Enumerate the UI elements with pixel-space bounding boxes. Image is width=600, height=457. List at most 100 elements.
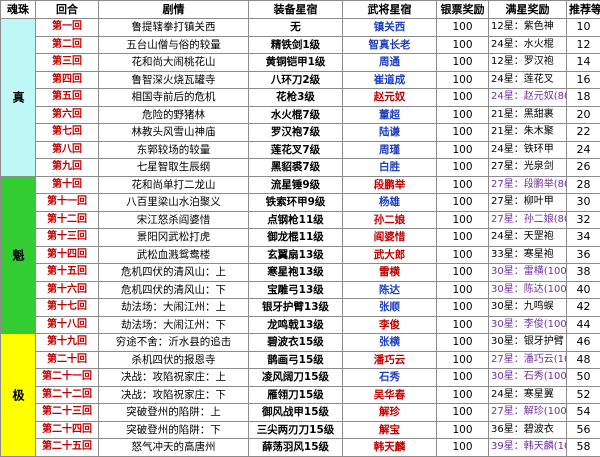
full-star-reward-cell: 27星：光泉剑 (489, 159, 567, 177)
table-row[interactable]: 第十五回危机四伏的清风山：上寒星袍13级雷横10030星：雷横(100)38 (1, 264, 600, 282)
equip-star-cell: 花枪3级 (249, 89, 343, 107)
plot-cell: 相国寺前后的危机 (99, 89, 249, 107)
table-row[interactable]: 第五回相国寺前后的危机花枪3级赵元奴10024星：赵元奴(80)18 (1, 89, 600, 107)
silver-reward-cell: 100 (437, 141, 489, 159)
header-equip-star: 装备星宿 (249, 1, 343, 19)
equip-star-cell: 流星锤9级 (249, 176, 343, 194)
general-star-cell: 周通 (343, 54, 437, 72)
plot-cell: 花和尚大闹桃花山 (99, 54, 249, 72)
recommended-level-cell: 46 (567, 334, 600, 352)
plot-cell: 突破登州的陷阱：下 (99, 421, 249, 439)
general-star-cell: 杨雄 (343, 194, 437, 212)
silver-reward-cell: 100 (437, 159, 489, 177)
table-row[interactable]: 第九回七星智取生辰纲黑貂裘7级白胜10027星：光泉剑26 (1, 159, 600, 177)
plot-cell: 突破登州的陷阱：上 (99, 404, 249, 422)
equip-star-cell: 寒星袍13级 (249, 264, 343, 282)
silver-reward-cell: 100 (437, 211, 489, 229)
chapter-cell: 第二十三回 (36, 404, 99, 422)
table-row[interactable]: 第七回林教头风雪山神庙罗汉袍7级陆谦10021星：朱木聚22 (1, 124, 600, 142)
equip-star-cell: 碧波衣15级 (249, 334, 343, 352)
recommended-level-cell: 28 (567, 176, 600, 194)
table-row[interactable]: 第三回花和尚大闹桃花山黄铜铠甲1级周通10012星：罗汉袍14 (1, 54, 600, 72)
recommended-level-cell: 48 (567, 351, 600, 369)
table-row[interactable]: 第十七回劫法场：大闹江州：上银牙护臂13级张顺10030星：九鸣蜈42 (1, 299, 600, 317)
chapter-cell: 第十一回 (36, 194, 99, 212)
equip-star-cell: 银牙护臂13级 (249, 299, 343, 317)
chapter-cell: 第十七回 (36, 299, 99, 317)
chapter-cell: 第十四回 (36, 246, 99, 264)
chapter-cell: 第十六回 (36, 281, 99, 299)
table-row[interactable]: 第二十一回决战：攻陷祝家庄：上凌风阔刀15级石秀10030星：石秀(100)50 (1, 369, 600, 387)
table-row[interactable]: 第二回五台山僧与俗的较量精铁剑1级智真长老10024星：水火棍12 (1, 36, 600, 54)
general-star-cell: 陆谦 (343, 124, 437, 142)
recommended-level-cell: 18 (567, 89, 600, 107)
general-star-cell: 张顺 (343, 299, 437, 317)
full-star-reward-cell: 12星：紫色神 (489, 19, 567, 37)
table-row[interactable]: 第十一回八百里梁山水泊聚义铁索环甲9级杨雄10027星：柳叶甲30 (1, 194, 600, 212)
chapter-cell: 第十八回 (36, 316, 99, 334)
plot-cell: 七星智取生辰纲 (99, 159, 249, 177)
general-star-cell: 武大郎 (343, 246, 437, 264)
chapter-cell: 第九回 (36, 159, 99, 177)
equip-star-cell: 精铁剑1级 (249, 36, 343, 54)
equip-star-cell: 铁索环甲9级 (249, 194, 343, 212)
full-star-reward-cell: 24星：水火棍 (489, 36, 567, 54)
general-star-cell: 白胜 (343, 159, 437, 177)
full-star-reward-cell: 27星：潘巧云(100) (489, 351, 567, 369)
plot-cell: 林教头风雪山神庙 (99, 124, 249, 142)
table-row[interactable]: 第二十回杀机四伏的报恩寺鹊画弓15级潘巧云10027星：潘巧云(100)48 (1, 351, 600, 369)
silver-reward-cell: 100 (437, 36, 489, 54)
chapter-cell: 第一回 (36, 19, 99, 37)
equip-star-cell: 三尖两刃刀15级 (249, 421, 343, 439)
plot-cell: 鲁智深火烧瓦罐寺 (99, 71, 249, 89)
table-row[interactable]: 第十八回劫法场：大闹江州：下龙鸣戟13级李俊10030星：李俊(100)44 (1, 316, 600, 334)
table-row[interactable]: 第四回鲁智深火烧瓦罐寺八环刀2级崔道成10024星：莲花叉16 (1, 71, 600, 89)
recommended-level-cell: 10 (567, 19, 600, 37)
table-row[interactable]: 第十四回武松血溅鸳鸯楼玄翼扇13级武大郎10033星：寒星袍36 (1, 246, 600, 264)
recommended-level-cell: 26 (567, 159, 600, 177)
table-row[interactable]: 第十二回宋江怒杀阎婆惜点钢枪11级孙二娘10027星：孙二娘(80)32 (1, 211, 600, 229)
table-row[interactable]: 第二十三回突破登州的陷阱：上御风战甲15级解珍10027星：解珍(100)54 (1, 404, 600, 422)
silver-reward-cell: 100 (437, 176, 489, 194)
bead-cell: 真 (1, 19, 36, 177)
equip-star-cell: 无 (249, 19, 343, 37)
chapter-cell: 第二回 (36, 36, 99, 54)
plot-cell: 决战：攻陷祝家庄：上 (99, 369, 249, 387)
recommended-level-cell: 50 (567, 369, 600, 387)
silver-reward-cell: 100 (437, 351, 489, 369)
plot-cell: 穷途不舍：沂水县的追击 (99, 334, 249, 352)
mission-rows: 真第一回鲁提辖拳打镇关西无镇关西10012星：紫色神10第二回五台山僧与俗的较量… (1, 19, 600, 457)
header-recommended-level: 推荐等级 (567, 1, 600, 19)
full-star-reward-cell: 30星：陈达(100) (489, 281, 567, 299)
recommended-level-cell: 52 (567, 386, 600, 404)
table-row[interactable]: 魁第十回花和尚单打二龙山流星锤9级段鹏举10027星：段鹏举(80)28 (1, 176, 600, 194)
equip-star-cell: 玄翼扇13级 (249, 246, 343, 264)
table-row[interactable]: 第十六回危机四伏的清风山：下宝雕弓13级陈达10030星：陈达(100)40 (1, 281, 600, 299)
table-row[interactable]: 第二十二回决战：攻陷祝家庄：下雁翎刀15级吴华春10024星：寒星翼52 (1, 386, 600, 404)
recommended-level-cell: 30 (567, 194, 600, 212)
equip-star-cell: 黄铜铠甲1级 (249, 54, 343, 72)
general-star-cell: 张横 (343, 334, 437, 352)
silver-reward-cell: 100 (437, 421, 489, 439)
plot-cell: 五台山僧与俗的较量 (99, 36, 249, 54)
equip-star-cell: 罗汉袍7级 (249, 124, 343, 142)
table-row[interactable]: 极第十九回穷途不舍：沂水县的追击碧波衣15级张横10030星：银牙护臂46 (1, 334, 600, 352)
recommended-level-cell: 56 (567, 421, 600, 439)
mission-table-sheet: 魂珠 回合 剧情 装备星宿 武将星宿 银票奖励 满星奖励 推荐等级 真第一回鲁提… (0, 0, 600, 447)
chapter-cell: 第十九回 (36, 334, 99, 352)
bead-cell: 极 (1, 334, 36, 457)
table-row[interactable]: 真第一回鲁提辖拳打镇关西无镇关西10012星：紫色神10 (1, 19, 600, 37)
table-row[interactable]: 第二十五回怒气冲天的高唐州薛荡羽风15级韩天麟10039星：韩天麟(100)58 (1, 439, 600, 457)
plot-cell: 决战：攻陷祝家庄：下 (99, 386, 249, 404)
plot-cell: 危机四伏的清风山：下 (99, 281, 249, 299)
chapter-cell: 第二十五回 (36, 439, 99, 457)
plot-cell: 鲁提辖拳打镇关西 (99, 19, 249, 37)
recommended-level-cell: 34 (567, 229, 600, 247)
table-row[interactable]: 第六回危险的野猪林水火棍7级董超10021星：黑甜裹20 (1, 106, 600, 124)
table-row[interactable]: 第二十四回突破登州的陷阱：下三尖两刃刀15级解宝10036星：碧波衣56 (1, 421, 600, 439)
table-row[interactable]: 第八回东郭较场的较量莲花叉7级周瑾10024星：铁环甲24 (1, 141, 600, 159)
header-plot: 剧情 (99, 1, 249, 19)
chapter-cell: 第十二回 (36, 211, 99, 229)
table-row[interactable]: 第十三回景阳冈武松打虎御龙棍11级阎婆惜10024星：天罡袍34 (1, 229, 600, 247)
full-star-reward-cell: 24星：赵元奴(80) (489, 89, 567, 107)
